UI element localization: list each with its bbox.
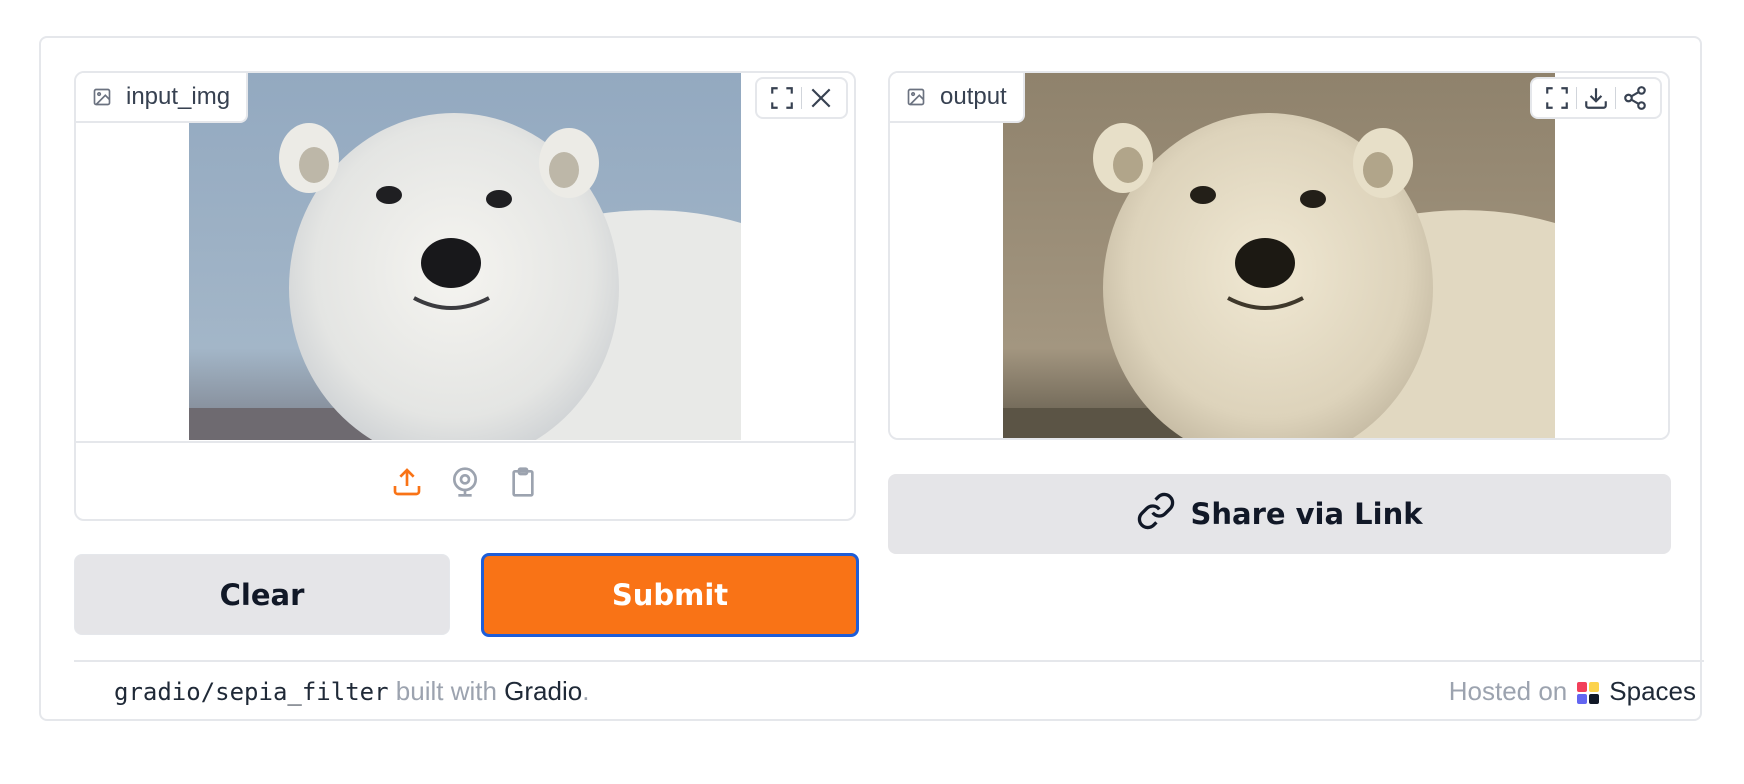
download-icon[interactable] — [1577, 80, 1615, 116]
output-image-area — [890, 73, 1668, 438]
upload-icon[interactable] — [388, 463, 426, 501]
input-image-toolbar — [755, 77, 848, 119]
footer-period: . — [582, 675, 590, 706]
gradio-link[interactable]: Gradio — [504, 676, 582, 706]
input-image-area[interactable] — [76, 73, 854, 440]
share-via-link-button[interactable]: Share via Link — [888, 474, 1671, 554]
input-image-label: input_img — [76, 73, 249, 123]
image-icon — [92, 87, 112, 107]
input-image-panel[interactable]: input_img — [74, 71, 856, 521]
image-icon — [906, 87, 926, 107]
close-icon[interactable] — [802, 80, 840, 116]
submit-button[interactable]: Submit — [481, 553, 859, 637]
output-image — [1003, 73, 1555, 438]
share-via-link-label: Share via Link — [1190, 497, 1423, 531]
webcam-icon[interactable] — [446, 463, 484, 501]
image-source-bar — [76, 441, 854, 519]
spaces-link[interactable]: Spaces — [1609, 676, 1696, 707]
fullscreen-icon[interactable] — [1538, 80, 1576, 116]
spaces-logo-icon — [1577, 680, 1600, 704]
built-with-text: built with — [388, 675, 505, 706]
clipboard-icon[interactable] — [504, 463, 542, 501]
footer-right: Hosted on Spaces — [1449, 676, 1696, 707]
output-image-label-text: output — [940, 83, 1007, 110]
repo-name[interactable]: gradio/sepia_filter — [114, 678, 389, 706]
clear-button[interactable]: Clear — [74, 554, 450, 635]
output-image-label: output — [890, 73, 1025, 123]
fullscreen-icon[interactable] — [763, 80, 801, 116]
link-icon — [1136, 491, 1176, 538]
app-frame: input_img output Clear Submit Share via … — [39, 36, 1704, 721]
output-image-panel: output — [888, 71, 1670, 440]
share-icon[interactable] — [1616, 80, 1654, 116]
input-image — [189, 73, 741, 440]
input-image-label-text: input_img — [126, 83, 231, 110]
output-image-toolbar — [1530, 77, 1662, 119]
footer: gradio/sepia_filter built with Gradio. H… — [74, 660, 1704, 720]
hosted-on-text: Hosted on — [1448, 675, 1568, 706]
footer-left: gradio/sepia_filter built with Gradio. — [114, 676, 589, 707]
